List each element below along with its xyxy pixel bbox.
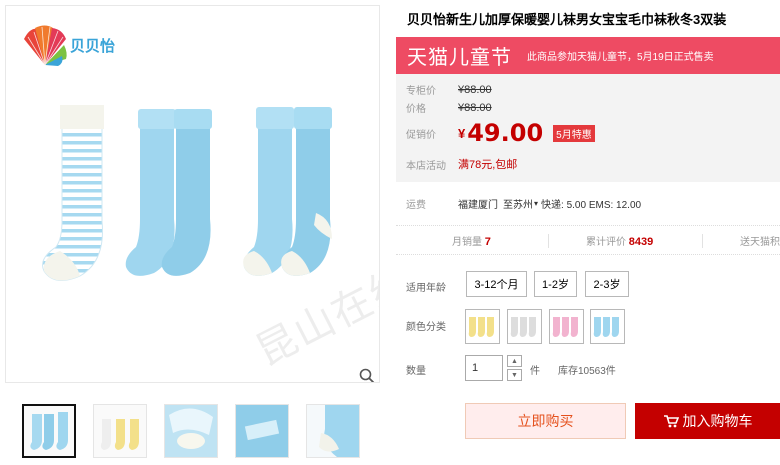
shop-activity-label: 本店活动: [406, 160, 446, 172]
orig-price-value: ¥88.00: [458, 101, 492, 114]
tmall-points-label: 送天猫积: [740, 236, 780, 248]
list-price-label: 专柜价: [406, 86, 436, 97]
quantity-unit: 件: [530, 366, 540, 377]
quantity-input[interactable]: 1: [465, 355, 503, 381]
product-title: 贝贝怡新生儿加厚保暖婴儿袜男女宝宝毛巾袜秋冬3双装: [407, 12, 727, 27]
price-panel: 专柜价 ¥88.00 价格 ¥88.00 促销价 ¥ 49.00 5月特惠 本店…: [396, 74, 780, 182]
shop-activity-value[interactable]: 满78元,包邮: [458, 156, 517, 172]
list-price-row: 专柜价 ¥88.00: [406, 82, 492, 98]
buy-now-button[interactable]: 立即购买: [465, 403, 626, 439]
brand-name: 贝贝怡: [70, 36, 116, 55]
shop-activity-row: 本店活动 满78元,包邮: [406, 156, 517, 172]
tmall-points: 送天猫积: [740, 233, 780, 248]
thumbnail-detail-1[interactable]: [164, 404, 218, 458]
add-to-cart-label: 加入购物车: [682, 413, 753, 429]
list-price-value: ¥88.00: [458, 83, 492, 96]
color-option-1[interactable]: [465, 309, 500, 344]
quantity-increase-button[interactable]: ▲: [507, 355, 522, 367]
thumbnail-strip: [22, 404, 377, 458]
shipping-fees: 快递: 5.00 EMS: 12.00: [541, 200, 642, 211]
divider: [702, 234, 703, 248]
total-reviews-value: 8439: [628, 235, 654, 248]
sales-stats: 月销量 7 累计评价 8439 送天猫积: [396, 225, 780, 255]
currency-symbol: ¥: [458, 125, 466, 141]
stock-count: 库存10563件: [558, 366, 616, 377]
thumbnail-detail-2[interactable]: [235, 404, 289, 458]
quantity-label: 数量: [406, 366, 426, 377]
color-option-3[interactable]: [549, 309, 584, 344]
monthly-sales: 月销量 7: [452, 233, 491, 248]
zoom-icon[interactable]: [359, 368, 375, 383]
thumbnail-detail-3[interactable]: [306, 404, 360, 458]
promo-note: 此商品参加天猫儿童节，5月19日正式售卖: [527, 52, 714, 63]
total-reviews-label: 累计评价: [586, 236, 626, 248]
thumbnail-blue-socks[interactable]: [22, 404, 76, 458]
brand-logo: 贝贝怡: [22, 23, 115, 67]
color-label: 颜色分类: [406, 322, 446, 333]
promo-price-badge: 5月特惠: [553, 124, 595, 142]
shipping-row: 运费 福建厦门 至苏州 ▾ 快递: 5.00 EMS: 12.00: [406, 196, 641, 211]
promo-price-label: 促销价: [406, 129, 436, 141]
cart-icon: [663, 415, 679, 428]
socks-main-image: [42, 105, 332, 281]
quantity-decrease-button[interactable]: ▼: [507, 369, 522, 381]
shipping-from: 福建厦门: [458, 200, 498, 211]
monthly-sales-label: 月销量: [452, 236, 482, 248]
size-option-3-12m[interactable]: 3-12个月: [466, 271, 527, 297]
monthly-sales-value: 7: [484, 235, 491, 248]
product-gallery: 贝贝怡 昆山在线 KUNSHAN.BBS: [5, 5, 380, 383]
size-option-1-2y[interactable]: 1-2岁: [534, 271, 577, 297]
age-label: 适用年龄: [406, 283, 446, 294]
orig-price-label: 价格: [406, 104, 426, 115]
shipping-label: 运费: [406, 200, 426, 211]
color-option-4[interactable]: [590, 309, 625, 344]
color-option-2[interactable]: [507, 309, 542, 344]
divider: [548, 234, 549, 248]
add-to-cart-button[interactable]: 加入购物车: [635, 403, 780, 439]
promo-banner: 天猫儿童节 此商品参加天猫儿童节，5月19日正式售卖: [396, 37, 780, 74]
shell-logo-icon: [24, 25, 67, 66]
size-option-2-3y[interactable]: 2-3岁: [585, 271, 629, 297]
shipping-to[interactable]: 至苏州: [503, 196, 533, 211]
thumbnail-yellow-socks[interactable]: [93, 404, 147, 458]
promo-price-row: 促销价 ¥ 49.00 5月特惠: [406, 119, 595, 147]
promo-title: 天猫儿童节: [407, 47, 512, 69]
orig-price-row: 价格 ¥88.00: [406, 100, 492, 116]
promo-price-value: 49.00: [467, 119, 544, 147]
total-reviews[interactable]: 累计评价 8439: [586, 233, 653, 248]
chevron-down-icon[interactable]: ▾: [534, 199, 538, 208]
